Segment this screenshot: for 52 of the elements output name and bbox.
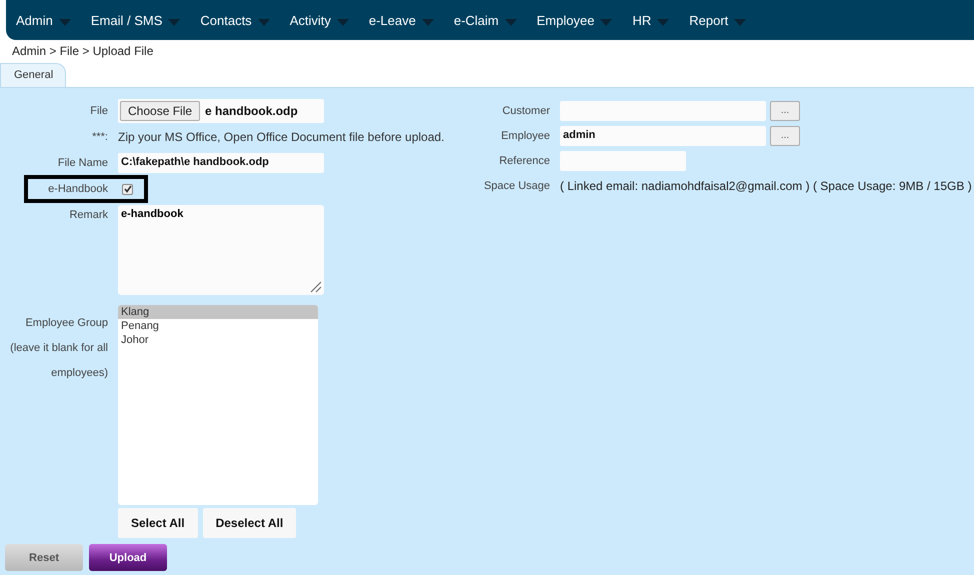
caret-icon (336, 19, 349, 26)
space-usage-text: ( Linked email: nadiamohdfaisal2@gmail.com ) ( Space Usage: 9MB / 15GB ) (560, 178, 972, 192)
caret-icon (422, 19, 434, 26)
menu-item[interactable]: e-Claim (454, 12, 526, 28)
menu-item[interactable]: HR (632, 12, 678, 28)
menu-item[interactable]: e-Leave (368, 12, 443, 28)
resize-grip-icon (308, 279, 322, 293)
field-label: Employee (500, 130, 550, 142)
field-label: Space Usage (482, 180, 550, 192)
caret-icon (258, 19, 270, 26)
browse-button[interactable]: ... (770, 126, 800, 146)
choose-file-button[interactable]: Choose File (120, 101, 200, 121)
hint-text: Zip your MS Office, Open Office Document file before upload. (118, 130, 444, 144)
group-listbox[interactable]: Klang Penang Johor (118, 305, 318, 505)
input-field[interactable] (560, 100, 766, 120)
menu-item[interactable]: Report (689, 12, 756, 28)
list-option[interactable]: Klang (118, 305, 318, 319)
field-label: File (89, 105, 108, 117)
select-button[interactable]: Select All (118, 508, 198, 538)
caret-icon (168, 19, 180, 26)
caret-icon (600, 19, 612, 26)
menu-item[interactable]: Employee (536, 12, 622, 28)
file-name-text: e handbook.odp (205, 104, 298, 118)
breadcrumb: Admin > File > Upload File (11, 43, 154, 60)
field-label: Remark (68, 208, 108, 221)
input-field[interactable] (560, 150, 686, 170)
tab[interactable]: General (0, 63, 66, 87)
menu-item[interactable]: Email / SMS (90, 12, 190, 28)
caret-icon (734, 19, 746, 26)
reset-button[interactable]: Reset (5, 544, 83, 571)
field-label: Reference (498, 154, 550, 166)
remark-textarea[interactable]: e-handbook (118, 205, 324, 295)
select-button[interactable]: Deselect All (202, 508, 296, 538)
field-label: e-Handbook (47, 183, 108, 195)
browse-button[interactable]: ... (770, 100, 800, 120)
caret-icon (58, 19, 71, 26)
checkbox[interactable] (122, 184, 133, 194)
input-field[interactable]: C:\fakepath\e handbook.odp (118, 153, 324, 173)
caret-icon (657, 19, 670, 26)
field-label: Customer (501, 104, 550, 116)
menu-item[interactable]: Contacts (200, 12, 279, 28)
file-field[interactable]: Choose File e handbook.odp (118, 99, 324, 123)
menu-item[interactable]: Activity (290, 12, 358, 28)
upload-button[interactable]: Upload (89, 544, 167, 571)
field-label: ***: (91, 131, 108, 143)
input-field[interactable]: admin (560, 126, 766, 146)
list-option[interactable]: Penang (118, 319, 318, 333)
caret-icon (504, 19, 517, 26)
field-label: File Name (56, 157, 108, 169)
menu-item[interactable]: Admin (16, 12, 80, 28)
list-option[interactable]: Johor (118, 333, 318, 347)
field-label: Employee Group (leave it blank for all employees) (9, 316, 108, 381)
